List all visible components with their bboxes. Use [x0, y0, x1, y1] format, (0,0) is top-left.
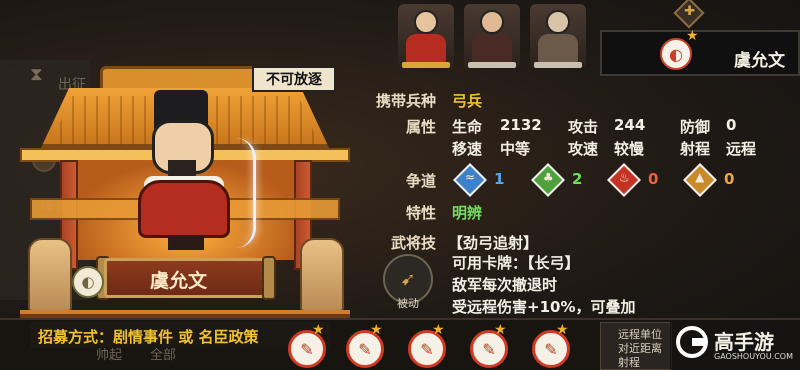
troop-type-label: 携带兵种	[375, 92, 436, 110]
star-icon: ★	[686, 28, 699, 44]
hero-thumbnail-strip	[398, 0, 594, 70]
watermark-logo-icon	[676, 326, 708, 358]
trait-value: 明辨	[452, 204, 483, 222]
game-scene: ⧗ 出征 兵 阵容 ✚ ◐ ★ 虞允文	[0, 0, 800, 370]
hp-label: 生命	[452, 118, 483, 136]
card-line: 可用卡牌：【长弓】	[452, 254, 580, 272]
faction-green-value: 2	[572, 170, 583, 188]
star-icon: ★	[312, 322, 325, 338]
attack-speed-label: 攻速	[568, 140, 599, 158]
thumb-body	[472, 34, 512, 64]
faction-blue-value: 1	[494, 170, 505, 188]
range-value: 远程	[726, 140, 757, 158]
thumb-body	[538, 34, 578, 64]
tooltip-line-3: 射程	[618, 356, 640, 369]
attributes-label: 属性	[405, 118, 436, 136]
glowing-bow-icon	[236, 138, 256, 248]
orange-mountain-icon: ▲	[683, 163, 717, 197]
move-speed-label: 移速	[452, 140, 483, 158]
hero-robe	[138, 180, 230, 238]
red-flame-icon: ♨	[607, 163, 641, 197]
trait-label: 特性	[405, 204, 436, 222]
star-icon: ★	[432, 322, 445, 338]
thumb-body	[406, 34, 446, 64]
bow-class-badge-icon: ◐	[72, 266, 104, 298]
defense-label: 防御	[680, 118, 711, 136]
selected-hero-name: 虞允文	[734, 51, 785, 71]
troop-type-value: 弓兵	[452, 92, 483, 110]
hero-thumb-2[interactable]	[464, 4, 520, 68]
thumb-rank-bar	[534, 62, 582, 68]
hero-portrait[interactable]	[130, 90, 250, 250]
thumb-rank-bar	[468, 62, 516, 68]
cross-diamond-icon[interactable]: ✚	[673, 0, 705, 29]
thumb-head	[414, 10, 438, 34]
star-icon: ★	[556, 322, 569, 338]
move-speed-value: 中等	[500, 140, 531, 158]
faction-orange-value: 0	[724, 170, 735, 188]
recruit-method-text: 招募方式：剧情事件 或 名臣政策	[38, 328, 259, 346]
attack-label: 攻击	[568, 118, 599, 136]
attack-value: 244	[614, 116, 646, 134]
cannot-exile-tag: 不可放逐	[252, 66, 336, 92]
skill-name: 【劲弓追射】	[448, 234, 539, 252]
watermark-url: GAOSHOUYOU.COM	[714, 352, 794, 361]
defense-value: 0	[726, 116, 737, 134]
blue-wave-icon: ≈	[453, 163, 487, 197]
faction-red-value: 0	[648, 170, 659, 188]
stone-lion-left	[28, 238, 72, 312]
thumb-head	[480, 10, 504, 34]
stone-lion-right	[300, 238, 344, 312]
thumb-head	[546, 10, 570, 34]
passive-tag: 被动	[397, 297, 419, 310]
faction-label: 争道	[405, 172, 436, 190]
nameplate-text: 虞允文	[150, 270, 208, 292]
range-label: 射程	[680, 140, 711, 158]
hero-thumb-1[interactable]	[398, 4, 454, 68]
star-icon: ★	[370, 322, 383, 338]
watermark-name: 高手游	[714, 330, 774, 354]
skill-desc-line-2: 受远程伤害+10%，可叠加	[452, 298, 636, 316]
thumb-rank-bar	[402, 62, 450, 68]
nameplate-roll-right	[262, 256, 276, 300]
hp-value: 2132	[500, 116, 542, 134]
attack-speed-value: 较慢	[614, 140, 645, 158]
star-icon: ★	[494, 322, 507, 338]
skill-desc-line-1: 敌军每次撤退时	[452, 276, 558, 294]
green-leaf-icon: ♣	[531, 163, 565, 197]
hero-thumb-3[interactable]	[530, 4, 586, 68]
hero-legs	[168, 236, 204, 250]
skill-label: 武将技	[390, 234, 436, 252]
